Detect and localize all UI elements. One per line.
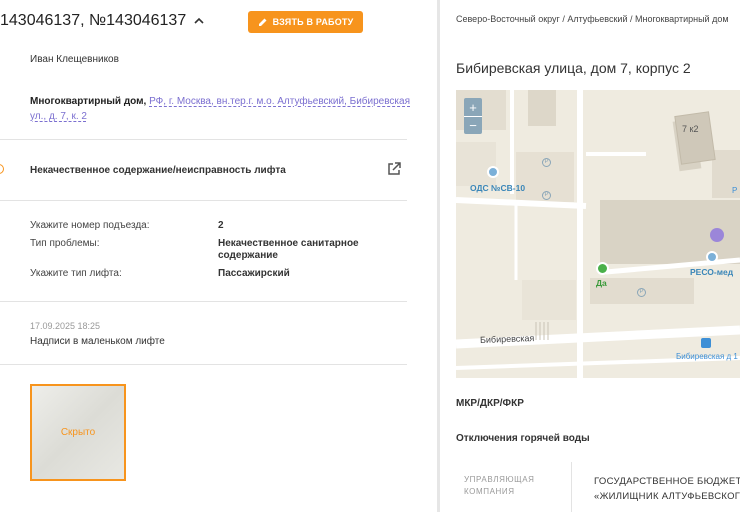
pencil-icon: [258, 18, 267, 26]
map[interactable]: + − 7 к2 Р ОДС №СВ-10 P P P РЕСО-мед Да …: [456, 90, 740, 378]
bus-stop-label: Бибиревская д 1: [676, 352, 738, 361]
breadcrumb: Северо-Восточный округ / Алтуфьевский / …: [456, 14, 729, 24]
detail-value: Пассажирский: [218, 268, 290, 279]
zoom-in-button[interactable]: +: [464, 98, 482, 116]
poi-marker-icon[interactable]: [706, 251, 718, 263]
parking-icon: P: [542, 158, 551, 167]
attachment-thumbnail[interactable]: Скрыто: [30, 384, 126, 481]
comment-text: Надписи в маленьком лифте: [30, 336, 165, 347]
appeal-panel: 143046137, №143046137 ВЗЯТЬ В РАБОТУ Ива…: [0, 0, 437, 512]
divider: [0, 301, 407, 302]
take-to-work-button[interactable]: ВЗЯТЬ В РАБОТУ: [248, 11, 363, 33]
section-hot-water[interactable]: Отключения горячей воды: [456, 433, 590, 444]
zoom-out-button[interactable]: −: [464, 116, 482, 134]
reso-label: РЕСО-мед: [690, 267, 734, 277]
shop-label: Да: [596, 278, 607, 288]
detail-label: Укажите тип лифта:: [30, 268, 122, 279]
divider: [0, 139, 407, 140]
building-panel: Северо-Восточный округ / Алтуфьевский / …: [440, 0, 740, 512]
detail-value: 2: [218, 220, 224, 231]
ods-label: ОДС №СВ-10: [470, 183, 526, 193]
detail-label: Тип проблемы:: [30, 238, 100, 249]
take-to-work-label: ВЗЯТЬ В РАБОТУ: [272, 17, 354, 27]
divider: [571, 462, 572, 512]
ticket-numbers[interactable]: 143046137, №143046137: [0, 12, 205, 30]
edge-label: Р: [732, 186, 738, 195]
management-company-line: «ЖИЛИЩНИК АЛТУФЬЕВСКОГО: [594, 491, 740, 502]
chevron-up-icon[interactable]: [193, 15, 205, 27]
building-number-label: 7 к2: [682, 124, 699, 134]
detail-label: Укажите номер подъезда:: [30, 220, 150, 231]
location-marker-icon[interactable]: [710, 228, 724, 242]
attachment-hidden-label: Скрыто: [60, 427, 96, 438]
problem-title: Некачественное содержание/неисправность …: [30, 165, 286, 176]
object-address: Многоквартирный дом, РФ, г. Москва, вн.т…: [30, 94, 410, 124]
shop-icon[interactable]: [596, 262, 609, 275]
detail-value: Некачественное санитарное содержание: [218, 238, 359, 261]
bus-stop-icon[interactable]: [701, 338, 711, 348]
parking-icon: P: [542, 191, 551, 200]
external-link-icon[interactable]: [386, 161, 402, 177]
parking-icon: P: [637, 288, 646, 297]
comment-date: 17.09.2025 18:25: [30, 321, 101, 331]
status-dot-icon: [0, 164, 4, 174]
zoom-control: + −: [464, 98, 482, 134]
section-mkr[interactable]: МКР/ДКР/ФКР: [456, 398, 524, 409]
management-company-value: ГОСУДАРСТВЕННОЕ БЮДЖЕТН «ЖИЛИЩНИК АЛТУФЬ…: [594, 474, 740, 504]
management-company-line: ГОСУДАРСТВЕННОЕ БЮДЖЕТН: [594, 476, 740, 487]
poi-marker-icon[interactable]: [487, 166, 499, 178]
ticket-numbers-label: 143046137, №143046137: [0, 12, 187, 29]
object-type: Многоквартирный дом,: [30, 96, 147, 107]
divider: [0, 200, 407, 201]
author-name: Иван Клещевников: [30, 54, 119, 65]
divider: [0, 364, 407, 365]
management-company-label: УПРАВЛЯЮЩАЯ КОМПАНИЯ: [464, 475, 535, 496]
building-title: Бибиревская улица, дом 7, корпус 2: [456, 60, 691, 76]
street-label: Бибиревская: [479, 333, 535, 345]
